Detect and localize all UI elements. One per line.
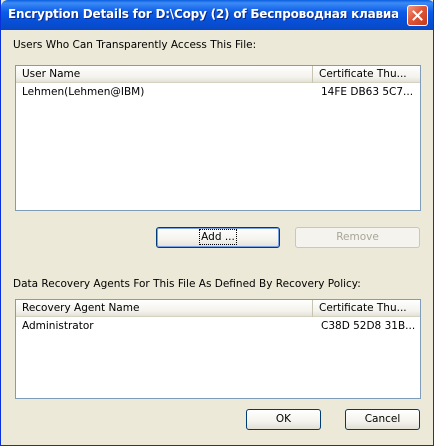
column-header-user-name[interactable]: User Name (16, 66, 313, 83)
recovery-agents-list[interactable]: Recovery Agent Name Certificate Thu... A… (15, 299, 421, 399)
recovery-list-header: Recovery Agent Name Certificate Thu... (16, 300, 420, 317)
users-list-header: User Name Certificate Thu... (16, 66, 420, 83)
users-list[interactable]: User Name Certificate Thu... Lehmen(Lehm… (15, 65, 421, 211)
dialog-body: Users Who Can Transparently Access This … (4, 30, 430, 443)
ok-button-label: OK (275, 413, 292, 425)
title-bar[interactable]: Encryption Details for D:\Copy (2) of Бе… (1, 0, 433, 30)
user-name-cell: Lehmen(Lehmen@IBM) (22, 86, 145, 98)
close-button[interactable] (407, 5, 428, 26)
certificate-thumbprint-cell: 14FE DB63 5C7... (321, 86, 414, 98)
encryption-details-dialog: Encryption Details for D:\Copy (2) of Бе… (0, 0, 434, 446)
column-header-certificate-thumbprint[interactable]: Certificate Thu... (313, 300, 421, 317)
window-title: Encryption Details for D:\Copy (2) of Бе… (8, 7, 398, 21)
cancel-button[interactable]: Cancel (345, 409, 420, 430)
users-section-label: Users Who Can Transparently Access This … (13, 39, 257, 51)
cancel-button-label: Cancel (364, 413, 401, 425)
add-button-label: Add ... (199, 229, 237, 245)
recovery-section-label: Data Recovery Agents For This File As De… (13, 278, 361, 290)
ok-button[interactable]: OK (246, 409, 321, 430)
certificate-thumbprint-cell: C38D 52D8 31B... (321, 320, 416, 332)
column-header-certificate-thumbprint[interactable]: Certificate Thu... (313, 66, 421, 83)
agent-name-cell: Administrator (22, 320, 94, 332)
close-icon (412, 10, 423, 21)
remove-button-label: Remove (336, 231, 379, 243)
list-item[interactable]: Administrator C38D 52D8 31B... (16, 318, 420, 334)
add-button[interactable]: Add ... (156, 227, 280, 248)
list-item[interactable]: Lehmen(Lehmen@IBM) 14FE DB63 5C7... (16, 84, 420, 100)
remove-button[interactable]: Remove (295, 227, 420, 248)
column-header-recovery-agent-name[interactable]: Recovery Agent Name (16, 300, 313, 317)
